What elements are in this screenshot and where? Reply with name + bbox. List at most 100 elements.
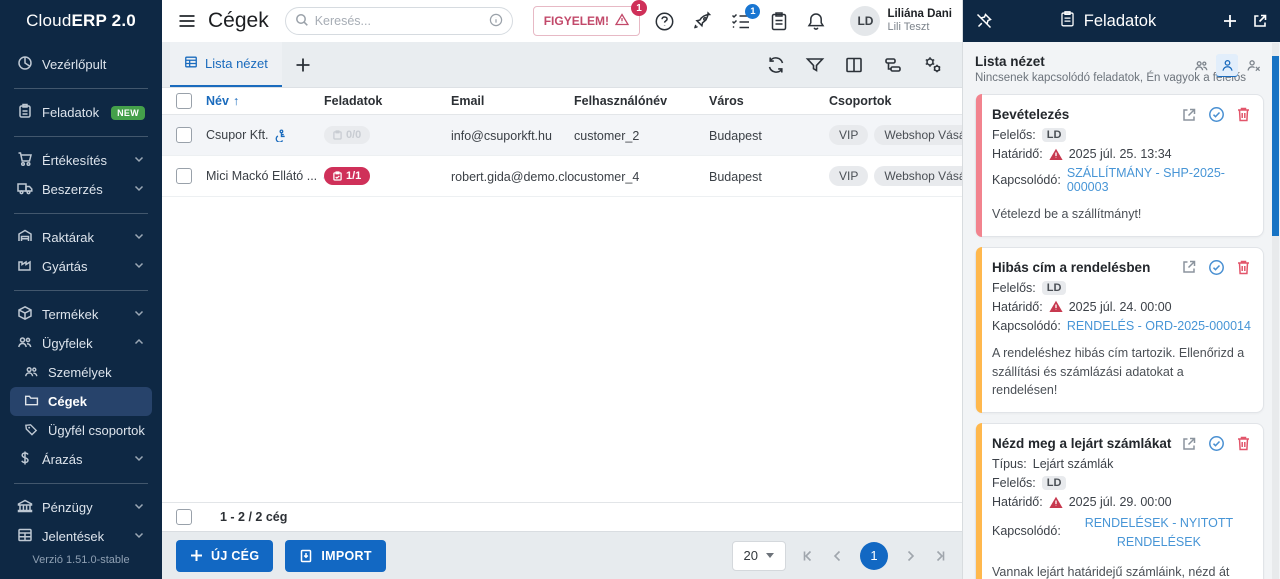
row-checkbox[interactable] bbox=[176, 168, 192, 184]
table-row[interactable]: Csupor Kft. 0/0 info@csuporkft.hu custom… bbox=[162, 115, 962, 156]
delete-task-icon[interactable] bbox=[1236, 259, 1251, 276]
task-card[interactable]: Hibás cím a rendelésben Felelős: LD Határ… bbox=[975, 246, 1264, 413]
sidebar-item-label: Ügyfelek bbox=[42, 336, 93, 351]
filter-icon[interactable] bbox=[805, 55, 825, 75]
company-name[interactable]: Csupor Kft. bbox=[206, 128, 269, 142]
chevron-up-icon bbox=[133, 336, 145, 351]
current-page-button[interactable]: 1 bbox=[860, 541, 888, 570]
bell-icon[interactable] bbox=[806, 11, 826, 32]
task-title: Bevételezés bbox=[992, 107, 1070, 122]
sidebar-item-label: Beszerzés bbox=[42, 182, 103, 197]
help-icon[interactable] bbox=[654, 11, 675, 32]
settings-icon[interactable] bbox=[922, 55, 944, 75]
sidebar-item-products[interactable]: Termékek bbox=[10, 300, 152, 329]
open-task-icon[interactable] bbox=[1181, 107, 1197, 123]
company-name[interactable]: Mici Mackó Ellátó ... bbox=[206, 169, 317, 183]
filter-unassigned-icon[interactable] bbox=[1242, 54, 1264, 76]
group-chip: Webshop Vásárl bbox=[874, 166, 962, 186]
related-link[interactable]: SZÁLLÍTMÁNY - SHP-2025-000003 bbox=[1067, 166, 1251, 194]
column-header-city[interactable]: Város bbox=[709, 94, 829, 108]
tasks-panel-title: Feladatok bbox=[993, 10, 1222, 33]
select-all-checkbox[interactable] bbox=[176, 93, 192, 109]
warning-button[interactable]: FIGYELEM! 1 bbox=[532, 0, 648, 36]
last-page-button[interactable] bbox=[932, 548, 948, 564]
delete-task-icon[interactable] bbox=[1236, 435, 1251, 452]
owner-label: Felelős: bbox=[992, 128, 1036, 142]
column-header-username[interactable]: Felhasználónév bbox=[574, 94, 709, 108]
add-task-icon[interactable] bbox=[1222, 13, 1238, 29]
sidebar-item-dashboard[interactable]: Vezérlőpult bbox=[10, 50, 152, 79]
complete-task-icon[interactable] bbox=[1208, 106, 1225, 123]
task-card[interactable]: Bevételezés Felelős: LD Határidő: 2025 júl… bbox=[975, 94, 1264, 237]
add-view-button[interactable] bbox=[282, 42, 324, 87]
column-header-groups[interactable]: Csoportok bbox=[829, 94, 962, 108]
sidebar-item-customer-groups[interactable]: Ügyfél csoportok bbox=[10, 416, 152, 445]
columns-icon[interactable] bbox=[844, 55, 864, 75]
row-checkbox[interactable] bbox=[176, 127, 192, 143]
owner-chip[interactable]: LD bbox=[1041, 476, 1067, 490]
first-page-button[interactable] bbox=[800, 548, 816, 564]
group-icon[interactable] bbox=[883, 55, 903, 75]
chevron-down-icon bbox=[133, 500, 145, 515]
related-link[interactable]: RENDELÉSEK - NYITOTT RENDELÉSEK bbox=[1067, 514, 1251, 552]
search-input[interactable] bbox=[314, 14, 483, 28]
column-header-tasks[interactable]: Feladatok bbox=[324, 94, 451, 108]
refresh-icon[interactable] bbox=[766, 55, 786, 75]
user-menu[interactable]: LD Liliána Dani Lili Teszt bbox=[850, 6, 952, 36]
sidebar-item-procurement[interactable]: Beszerzés bbox=[10, 175, 152, 204]
rocket-icon[interactable] bbox=[692, 10, 713, 32]
complete-task-icon[interactable] bbox=[1208, 435, 1225, 452]
panel-scrollbar-thumb[interactable] bbox=[1272, 56, 1279, 236]
new-company-button[interactable]: ÚJ CÉG bbox=[176, 539, 274, 572]
footer-checkbox[interactable] bbox=[176, 509, 192, 525]
filter-my-tasks-icon[interactable] bbox=[1216, 54, 1238, 76]
sidebar-item-label: Vezérlőpult bbox=[42, 57, 107, 72]
sidebar-item-label: Árazás bbox=[42, 452, 83, 467]
sidebar-item-warehouses[interactable]: Raktárak bbox=[10, 223, 152, 252]
search-box[interactable] bbox=[284, 7, 513, 35]
type-label: Típus: bbox=[992, 457, 1027, 471]
sidebar-item-persons[interactable]: Személyek bbox=[10, 358, 152, 387]
panel-header-actions bbox=[1222, 13, 1268, 29]
sidebar-item-tasks[interactable]: Feladatok NEW bbox=[10, 98, 152, 127]
column-header-name[interactable]: Név ↑ bbox=[206, 94, 324, 108]
sidebar-item-customers[interactable]: Ügyfelek bbox=[10, 329, 152, 358]
page-size-value: 20 bbox=[743, 548, 758, 563]
hamburger-menu-icon[interactable] bbox=[176, 10, 198, 32]
prev-page-button[interactable] bbox=[830, 548, 846, 564]
sidebar-item-finance[interactable]: Pénzügy bbox=[10, 493, 152, 522]
delete-task-icon[interactable] bbox=[1236, 106, 1251, 123]
checklist-icon[interactable]: 1 bbox=[730, 4, 761, 31]
sidebar-item-pricing[interactable]: Árazás bbox=[10, 445, 152, 474]
owner-chip[interactable]: LD bbox=[1041, 280, 1067, 295]
page-size-select[interactable]: 20 bbox=[731, 540, 786, 571]
tasks-count-badge: 0/0 bbox=[324, 126, 371, 144]
next-page-button[interactable] bbox=[902, 548, 918, 564]
clipboard-icon[interactable] bbox=[769, 11, 789, 32]
import-button[interactable]: IMPORT bbox=[285, 539, 386, 572]
user-subtitle: Lili Teszt bbox=[887, 21, 930, 34]
related-link[interactable]: RENDELÉS - ORD-2025-000014 bbox=[1067, 319, 1251, 333]
sidebar-item-label: Feladatok bbox=[42, 105, 100, 120]
table-row[interactable]: Mici Mackó Ellátó ... 1/1 robert.gida@de… bbox=[162, 156, 962, 197]
search-icon bbox=[295, 13, 309, 30]
tab-list-view[interactable]: Lista nézet bbox=[170, 42, 282, 87]
due-label: Határidő: bbox=[992, 299, 1043, 314]
column-header-email[interactable]: Email bbox=[451, 94, 574, 108]
table-icon bbox=[17, 527, 33, 544]
complete-task-icon[interactable] bbox=[1208, 259, 1225, 276]
task-card[interactable]: Nézd meg a lejárt számlákat Típus: Lejárt… bbox=[975, 423, 1264, 579]
owner-chip[interactable]: LD bbox=[1041, 128, 1067, 142]
open-task-icon[interactable] bbox=[1181, 259, 1197, 275]
unpin-icon[interactable] bbox=[975, 12, 993, 30]
warning-badge: 1 bbox=[631, 0, 648, 16]
info-icon[interactable] bbox=[489, 13, 503, 30]
sidebar-item-sales[interactable]: Értékesítés bbox=[10, 146, 152, 175]
sidebar-item-label: Ügyfél csoportok bbox=[48, 423, 145, 438]
sidebar-item-reports[interactable]: Jelentések bbox=[10, 522, 152, 544]
open-external-icon[interactable] bbox=[1252, 13, 1268, 29]
filter-all-people-icon[interactable] bbox=[1190, 54, 1212, 76]
sidebar-item-manufacturing[interactable]: Gyártás bbox=[10, 252, 152, 281]
sidebar-item-companies[interactable]: Cégek bbox=[10, 387, 152, 416]
open-task-icon[interactable] bbox=[1181, 436, 1197, 452]
